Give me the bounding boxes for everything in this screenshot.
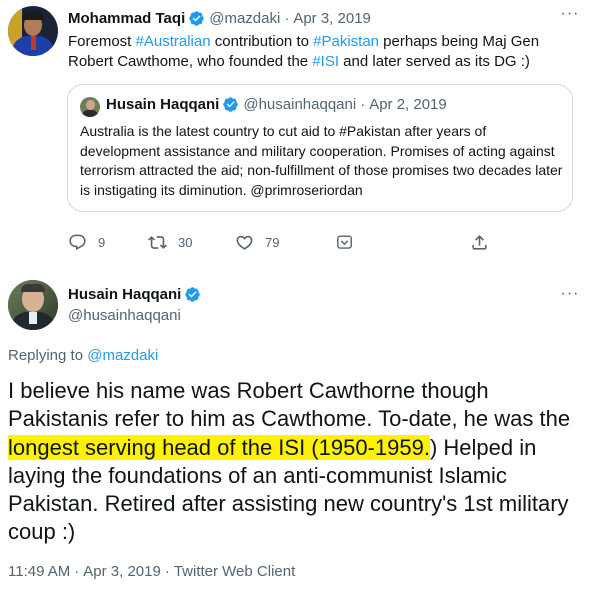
heart-icon [236, 235, 253, 250]
tweet-text: I believe his name was Robert Cawthorne … [8, 377, 588, 547]
share-icon [472, 234, 487, 250]
quote-header: Husain Haqqani @husainhaqqani · Apr 2, 2… [106, 96, 447, 113]
tweet-date[interactable]: Apr 3, 2019 [83, 563, 161, 580]
retweet-icon [148, 235, 167, 249]
dot-separator: · [164, 563, 170, 580]
quoted-tweet[interactable]: Husain Haqqani @husainhaqqani · Apr 2, 2… [67, 84, 573, 212]
verified-badge-icon [185, 287, 201, 302]
replying-to: Replying to @mazdaki [8, 347, 158, 364]
text-segment: contribution to [210, 33, 314, 50]
dot-separator: · [284, 9, 290, 27]
tweet-metadata: 11:49 AM · Apr 3, 2019 · Twitter Web Client [8, 563, 295, 580]
tweet-husain-haqqani: Husain Haqqani @husainhaqqani ··· Replyi… [0, 270, 594, 592]
text-segment: and later served as its DG :) [339, 53, 530, 70]
tweet-header: Mohammad Taqi @mazdaki · Apr 3, 2019 [68, 8, 371, 28]
tweet-mohammad-taqi[interactable]: Mohammad Taqi @mazdaki · Apr 3, 2019 ···… [0, 0, 594, 265]
author-handle[interactable]: @husainhaqqani [68, 307, 181, 324]
dot-separator: · [74, 563, 80, 580]
tweet-date[interactable]: Apr 3, 2019 [293, 10, 371, 27]
verified-badge-icon [223, 97, 239, 112]
tweet-text: Foremost #Australian contribution to #Pa… [68, 32, 573, 72]
tweet-client: Twitter Web Client [173, 563, 296, 580]
dot-separator: · [360, 96, 366, 113]
quote-avatar [80, 97, 100, 117]
verified-badge-icon [189, 10, 204, 26]
avatar[interactable] [8, 6, 58, 56]
replying-to-link[interactable]: @mazdaki [87, 347, 158, 364]
tweet-time[interactable]: 11:49 AM [8, 563, 70, 580]
text-segment: Foremost [68, 33, 136, 50]
hashtag-link[interactable]: #Pakistan [313, 33, 379, 50]
quote-author-name: Husain Haqqani [106, 96, 220, 113]
bookmark-icon [337, 234, 352, 249]
reply-icon [69, 234, 86, 250]
retweet-button[interactable]: 30 [148, 230, 192, 254]
author-name[interactable]: Mohammad Taqi [68, 10, 185, 27]
highlighted-text: longest serving head of the ISI (1950-19… [8, 434, 430, 460]
share-button[interactable] [470, 230, 489, 254]
tweet-actions: 9 30 79 [68, 230, 573, 254]
like-count: 79 [265, 234, 280, 250]
more-options-icon[interactable]: ··· [558, 6, 582, 26]
quote-author-handle: @husainhaqqani [243, 96, 357, 113]
like-button[interactable]: 79 [235, 230, 279, 254]
more-options-icon[interactable]: ··· [558, 286, 582, 306]
reply-button[interactable]: 9 [68, 230, 105, 254]
retweet-count: 30 [178, 234, 193, 250]
author-handle[interactable]: @mazdaki [209, 10, 280, 27]
text-segment: I believe his name was Robert Cawthorne … [8, 378, 571, 432]
replying-label: Replying to [8, 347, 88, 364]
reply-count: 9 [98, 234, 106, 250]
bookmark-button[interactable] [335, 230, 354, 254]
hashtag-link[interactable]: #Australian [136, 33, 211, 50]
quote-text: Australia is the latest country to cut a… [80, 123, 563, 198]
author-name[interactable]: Husain Haqqani [68, 286, 181, 303]
tweet-header: Husain Haqqani [68, 286, 201, 303]
quote-date: Apr 2, 2019 [369, 96, 447, 113]
hashtag-link[interactable]: #ISI [312, 53, 339, 70]
avatar[interactable] [8, 280, 58, 330]
